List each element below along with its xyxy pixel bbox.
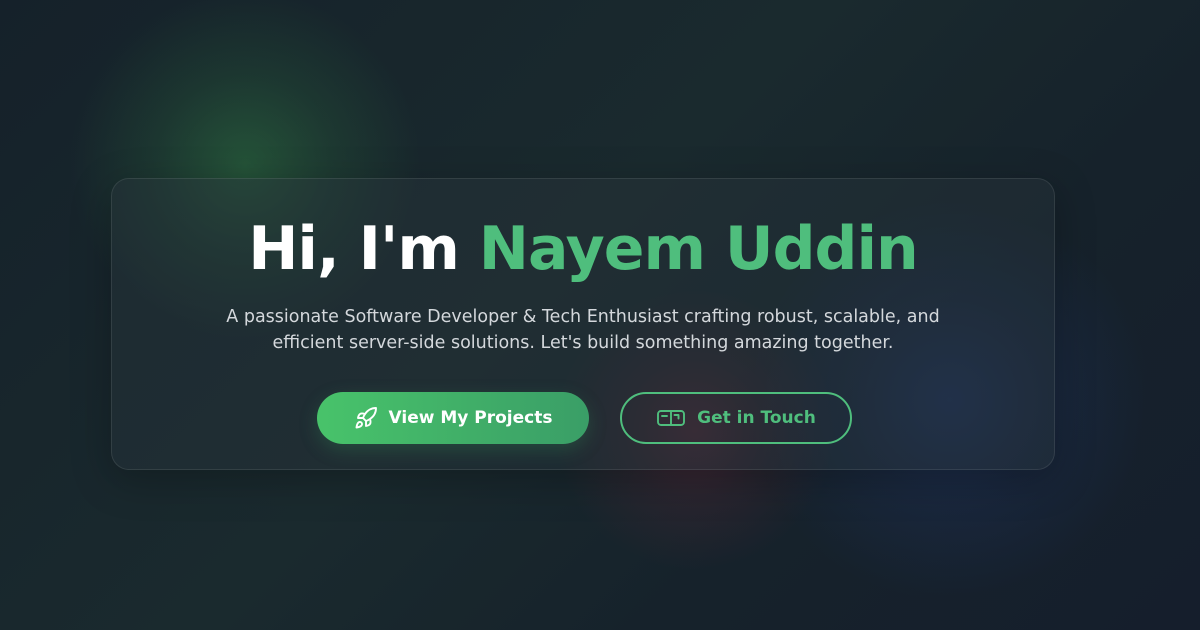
hero-name: Nayem Uddin — [478, 214, 919, 284]
view-projects-label: View My Projects — [388, 408, 553, 428]
get-in-touch-button[interactable]: Get in Touch — [620, 392, 852, 444]
mailbox-icon — [656, 406, 686, 430]
hero-card: Hi, I'm Nayem Uddin A passionate Softwar… — [111, 178, 1055, 470]
hero-tagline: A passionate Software Developer & Tech E… — [172, 304, 994, 356]
rocket-icon — [354, 406, 378, 430]
get-in-touch-label: Get in Touch — [697, 408, 816, 428]
hero-tagline-line2: efficient server-side solutions. Let's b… — [272, 333, 894, 353]
hero-greeting: Hi, I'm — [248, 214, 460, 284]
hero-tagline-line1: A passionate Software Developer & Tech E… — [226, 307, 940, 327]
view-projects-button[interactable]: View My Projects — [317, 392, 589, 444]
hero-title: Hi, I'm Nayem Uddin — [112, 211, 1054, 287]
